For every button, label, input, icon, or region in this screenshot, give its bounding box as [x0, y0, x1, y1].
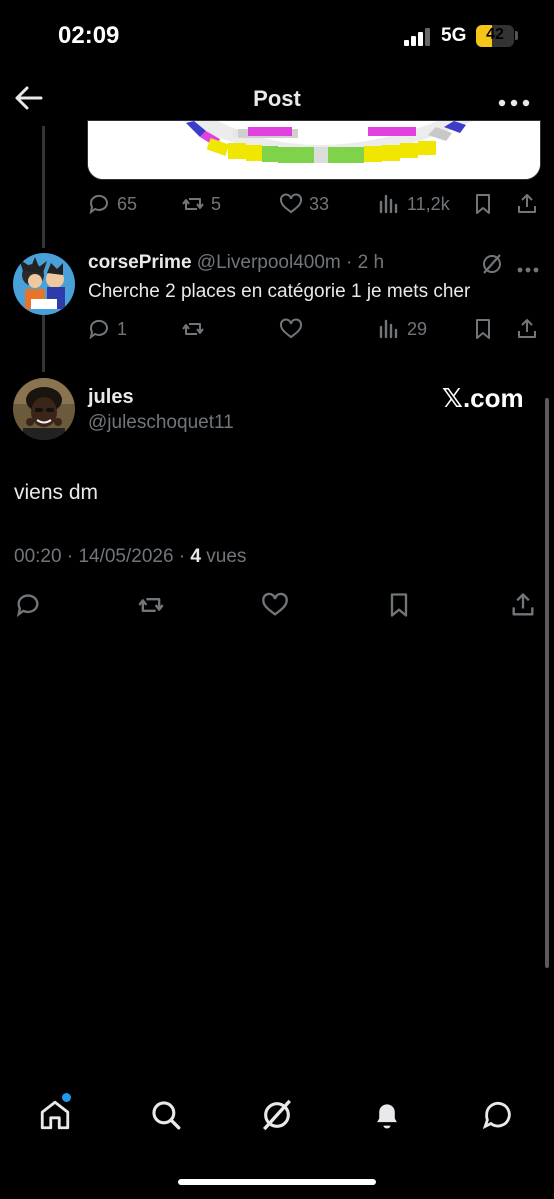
messages-icon[interactable] — [481, 1098, 515, 1132]
bottom-nav — [0, 1088, 554, 1144]
reply-author-name[interactable]: corsePrime — [88, 252, 192, 273]
heart-icon — [280, 193, 302, 214]
more-horizontal-icon[interactable] — [498, 94, 530, 107]
post-date: 14/05/2026 — [78, 546, 174, 567]
meta-separator: · — [178, 546, 186, 567]
status-time: 02:09 — [58, 22, 120, 49]
heart-icon[interactable] — [261, 591, 289, 619]
bookmark-icon[interactable] — [385, 591, 413, 619]
bookmark-button[interactable] — [471, 314, 495, 344]
like-button[interactable] — [279, 314, 303, 344]
grok-icon[interactable] — [260, 1098, 294, 1132]
reply-author-handle[interactable]: @Liverpool400m — [197, 252, 341, 273]
post-views-label: vues — [206, 546, 247, 567]
reply-separator: · — [346, 252, 353, 273]
share-button[interactable] — [515, 189, 539, 219]
reply-icon — [89, 319, 108, 340]
post-actions — [14, 591, 540, 621]
post-views-count[interactable]: 4 — [190, 546, 201, 567]
grok-icon[interactable] — [481, 253, 503, 275]
home-icon[interactable] — [38, 1098, 72, 1132]
reply-icon — [89, 194, 108, 215]
views-button[interactable]: 11,2k — [377, 189, 450, 219]
repost-icon — [182, 198, 204, 210]
post-author-name[interactable]: jules — [88, 386, 134, 409]
repost-icon — [182, 323, 204, 335]
heart-icon — [280, 318, 302, 339]
reply-button[interactable]: 65 — [87, 189, 137, 219]
thread-line — [42, 126, 45, 248]
repost-button[interactable]: 5 — [181, 189, 221, 219]
reply-button[interactable]: 1 — [87, 314, 127, 344]
top-bar: Post — [0, 70, 554, 126]
like-count: 33 — [309, 193, 330, 214]
thread-line — [42, 314, 45, 372]
page-title: Post — [253, 86, 301, 111]
stadium-seating-map — [88, 121, 540, 179]
views-button[interactable]: 29 — [377, 314, 427, 344]
battery-icon: 42 — [476, 25, 514, 47]
share-icon — [518, 319, 536, 338]
share-icon — [518, 194, 536, 213]
views-icon — [379, 194, 398, 214]
scrollbar[interactable] — [545, 398, 549, 968]
share-button[interactable] — [515, 314, 539, 344]
reply-count: 65 — [117, 193, 138, 214]
reply-icon[interactable] — [14, 591, 42, 619]
more-horizontal-icon[interactable] — [517, 260, 539, 273]
views-count: 29 — [407, 318, 428, 339]
x-com-watermark: 𝕏.com — [442, 383, 524, 413]
status-bar: 02:09 5G 42 — [0, 0, 554, 70]
network-type: 5G — [441, 25, 467, 46]
signal-icon — [404, 28, 432, 46]
repost-count: 5 — [211, 193, 222, 214]
bookmark-icon — [476, 194, 490, 214]
meta-separator: · — [66, 546, 74, 567]
home-indicator[interactable] — [178, 1179, 376, 1185]
reply-actions: 1 29 — [87, 314, 541, 344]
reply-count: 1 — [117, 318, 128, 339]
notification-dot — [62, 1093, 71, 1102]
post-image[interactable] — [87, 120, 541, 180]
post-actions: 65 5 33 11,2k — [87, 189, 541, 219]
bookmark-icon — [476, 319, 490, 339]
post-meta: 00:20 · 14/05/2026 · 4 vues — [14, 546, 246, 568]
repost-button[interactable] — [181, 314, 205, 344]
reply-author: corsePrime @Liverpool400m · 2 h — [88, 252, 384, 274]
like-button[interactable]: 33 — [279, 189, 329, 219]
search-icon[interactable] — [149, 1098, 183, 1132]
reply-text: Cherche 2 places en catégorie 1 je mets … — [88, 281, 471, 302]
avatar[interactable] — [13, 253, 75, 315]
post-time: 00:20 — [14, 546, 62, 567]
reply-time: 2 h — [357, 252, 385, 273]
battery-percent: 42 — [486, 26, 504, 43]
repost-icon[interactable] — [137, 591, 165, 619]
share-icon[interactable] — [509, 591, 537, 619]
views-icon — [379, 319, 398, 339]
views-count: 11,2k — [407, 193, 450, 214]
post-author-handle[interactable]: @juleschoquet11 — [88, 412, 234, 434]
notifications-icon[interactable] — [370, 1098, 404, 1132]
post-text: viens dm — [14, 481, 99, 504]
battery-tip — [515, 31, 518, 40]
avatar[interactable] — [13, 378, 75, 440]
bookmark-button[interactable] — [471, 189, 495, 219]
